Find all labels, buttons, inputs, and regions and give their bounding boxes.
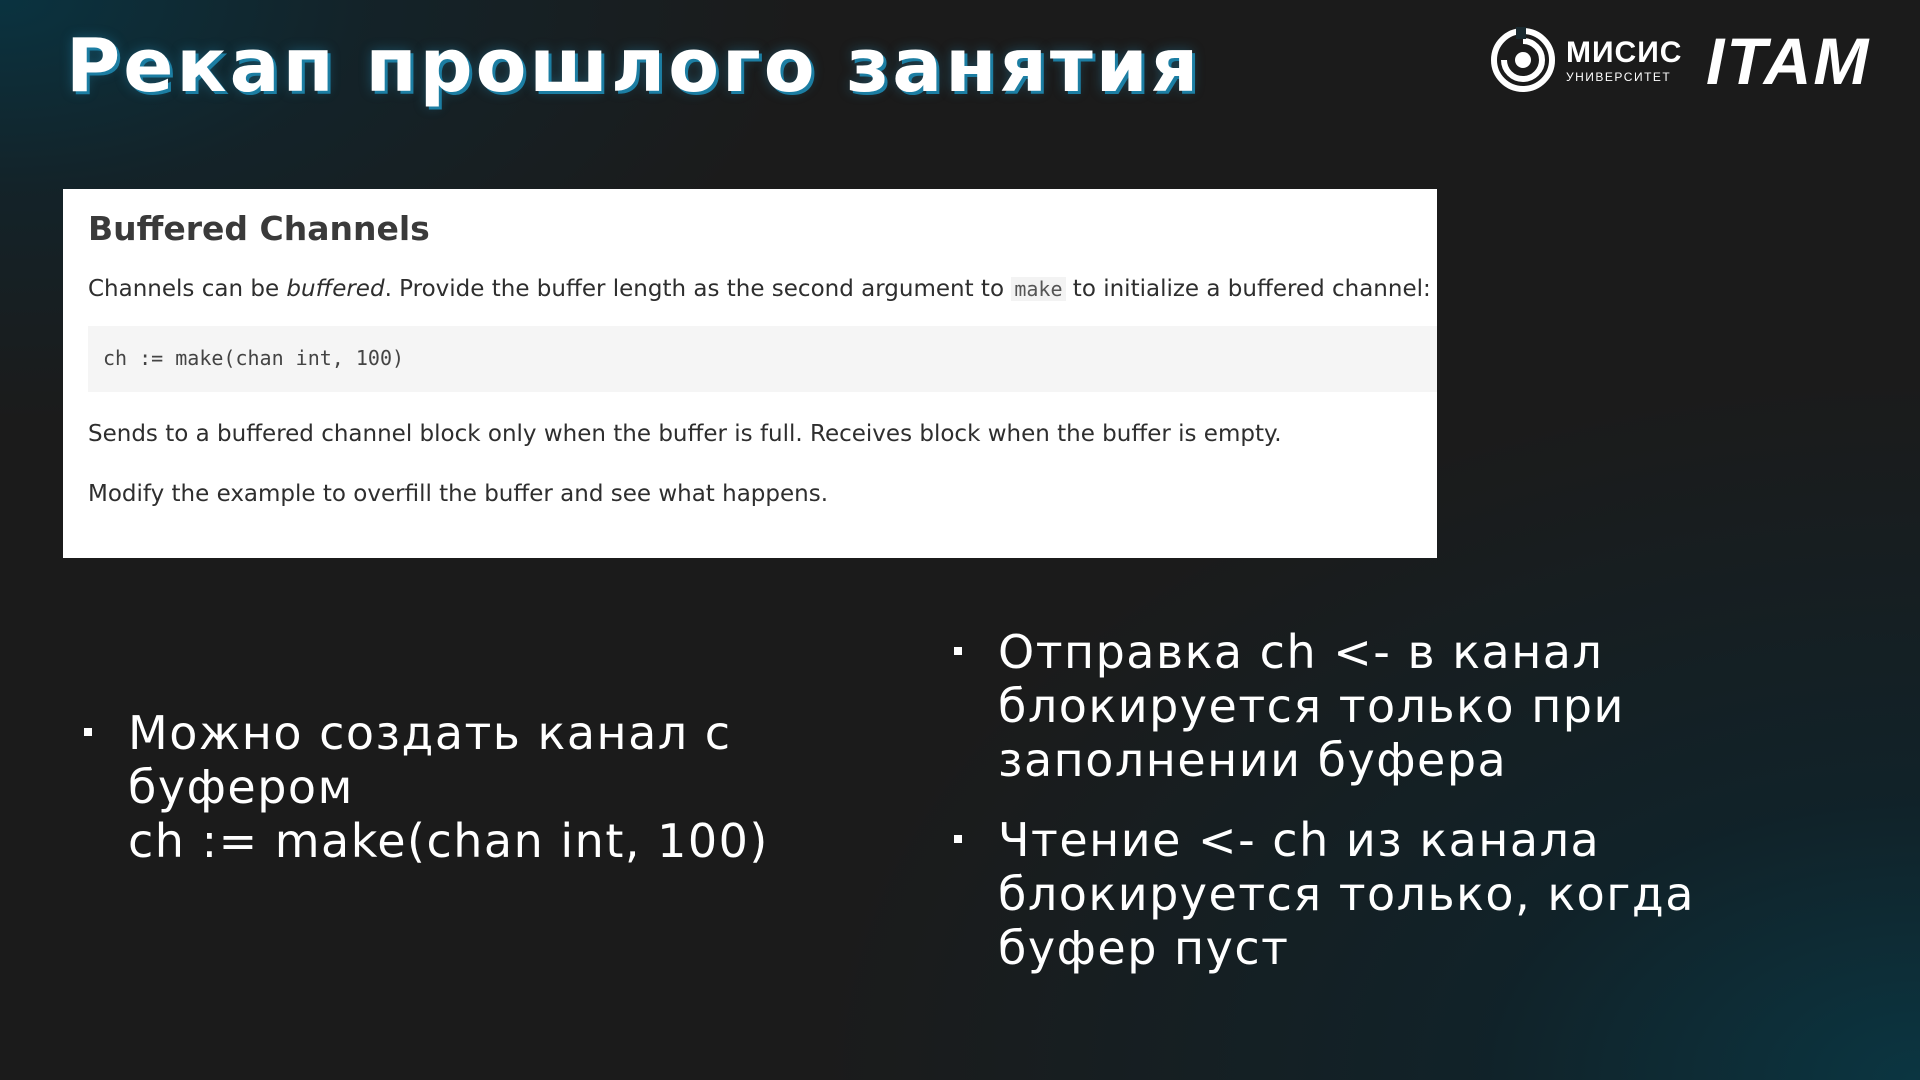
bullet-line: блокируется только, когда bbox=[998, 867, 1695, 921]
bullet-item: Можно создать канал с буфером ch := make… bbox=[80, 706, 840, 868]
misis-emblem-icon bbox=[1491, 27, 1555, 92]
doc-text: . Provide the buffer length as the secon… bbox=[384, 275, 1012, 302]
bullet-list-right: Отправка ch <- в канал блокируется тольк… bbox=[950, 625, 1750, 975]
bullet-marker bbox=[84, 728, 92, 736]
doc-text: to initialize a buffered channel: bbox=[1065, 275, 1431, 302]
doc-paragraph-modify: Modify the example to overfill the buffe… bbox=[88, 481, 829, 508]
doc-text: Channels can be bbox=[88, 275, 287, 302]
misis-logo-name: МИСИС bbox=[1566, 35, 1683, 69]
bullet-line: блокируется только при bbox=[998, 679, 1625, 733]
bullet-marker bbox=[954, 647, 962, 655]
bullet-line: буфером bbox=[128, 760, 354, 814]
doc-emphasis: buffered bbox=[286, 275, 385, 302]
bullet-line: Отправка ch <- в канал bbox=[998, 625, 1604, 679]
doc-paragraph-sends: Sends to a buffered channel block only w… bbox=[88, 421, 1282, 448]
slide-title: Рекап прошлого занятия bbox=[66, 23, 1202, 109]
doc-code-block: ch := make(chan int, 100) bbox=[88, 326, 1437, 393]
bullet-line: Чтение <- ch из канала bbox=[998, 813, 1601, 867]
bullet-line: заполнении буфера bbox=[998, 733, 1508, 787]
bullet-line: Можно создать канал с bbox=[128, 706, 732, 760]
misis-logo: МИСИС УНИВЕРСИТЕТ bbox=[1490, 24, 1682, 96]
bullet-item: Чтение <- ch из канала блокируется тольк… bbox=[950, 813, 1750, 975]
bullet-item: Отправка ch <- в канал блокируется тольк… bbox=[950, 625, 1750, 787]
itam-logo: ITAM bbox=[1706, 24, 1871, 98]
bullet-line: буфер пуст bbox=[998, 921, 1290, 975]
docs-screenshot-card: Buffered Channels Channels can be buffer… bbox=[63, 189, 1437, 558]
bullet-line: ch := make(chan int, 100) bbox=[128, 814, 769, 868]
bullet-list-left: Можно создать канал с буфером ch := make… bbox=[80, 706, 840, 868]
bullet-marker bbox=[954, 835, 962, 843]
doc-paragraph-intro: Channels can be buffered. Provide the bu… bbox=[88, 275, 1431, 305]
misis-logo-subtitle: УНИВЕРСИТЕТ bbox=[1566, 69, 1672, 84]
doc-heading: Buffered Channels bbox=[88, 209, 430, 248]
doc-inline-code: make bbox=[1011, 276, 1066, 301]
